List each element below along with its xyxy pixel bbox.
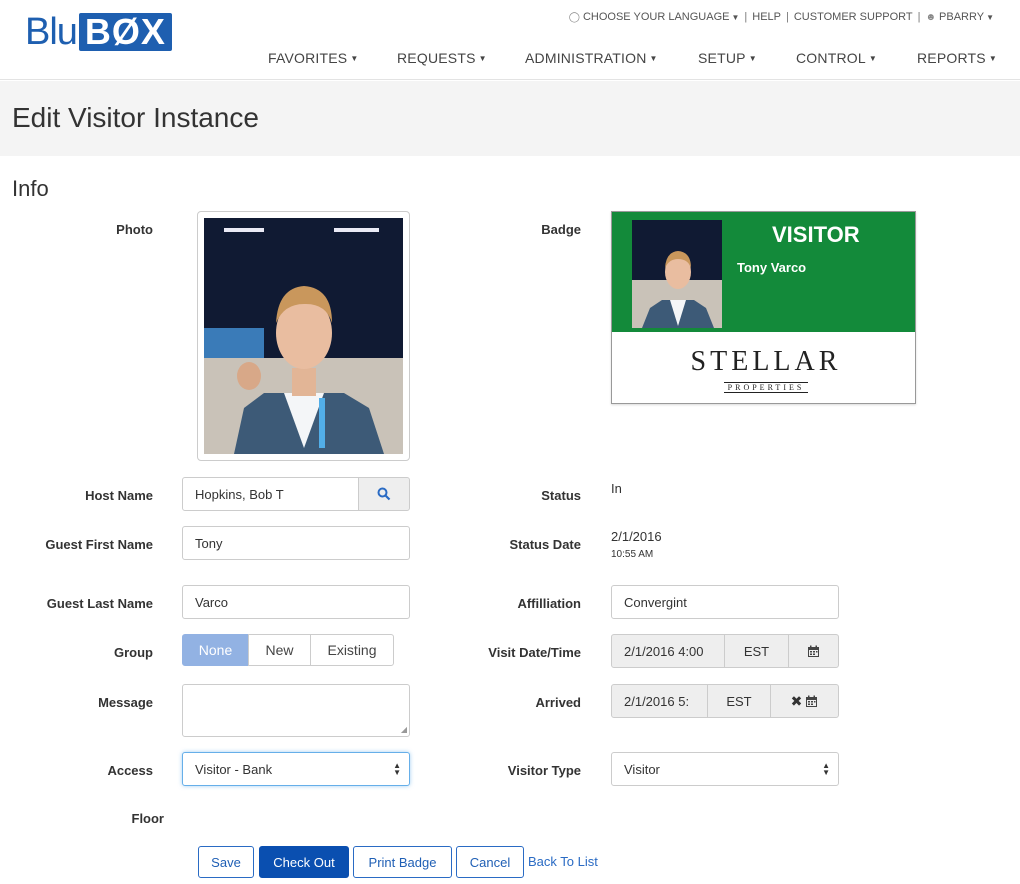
status-value: In [611, 481, 622, 496]
guest-last-name-label: Guest Last Name [46, 596, 153, 611]
visitor-photo[interactable] [197, 211, 410, 461]
language-menu[interactable]: CHOOSE YOUR LANGUAGE [583, 11, 730, 23]
nav-favorites[interactable]: FAVORITES ▼ [268, 50, 397, 66]
affiliation-label: Affilliation [517, 596, 581, 611]
caret-down-icon: ▼ [478, 53, 487, 63]
nav-administration[interactable]: ADMINISTRATION ▼ [525, 50, 698, 66]
cancel-button[interactable]: Cancel [456, 846, 524, 878]
caret-down-icon: ▼ [868, 53, 877, 63]
arrived-label: Arrived [535, 695, 581, 710]
arrived-timezone: EST [707, 684, 771, 718]
brand-logo[interactable]: Blu BØX [25, 12, 172, 52]
group-option-new[interactable]: New [248, 634, 311, 666]
search-icon [377, 487, 391, 501]
badge-visitor-name: Tony Varco [737, 260, 807, 275]
user-icon: ☻ [925, 11, 937, 23]
visitor-type-label: Visitor Type [507, 763, 581, 778]
badge-photo [632, 220, 722, 328]
logo-text-blu: Blu [25, 11, 78, 53]
floor-label: Floor [131, 811, 165, 826]
visitor-photo-image [204, 218, 403, 454]
guest-first-name-label: Guest First Name [45, 537, 153, 552]
host-name-label: Host Name [85, 488, 153, 503]
access-select[interactable]: Visitor - Bank ▲ ▼ [182, 752, 410, 786]
status-date-label: Status Date [509, 537, 581, 552]
main-nav: FAVORITES ▼ REQUESTS ▼ ADMINISTRATION ▼ SET… [268, 50, 997, 66]
calendar-icon [808, 645, 819, 657]
visit-calendar-button[interactable] [788, 634, 839, 668]
photo-label: Photo [116, 222, 153, 237]
customer-support-link[interactable]: CUSTOMER SUPPORT [794, 11, 913, 23]
group-label: Group [114, 645, 153, 660]
caret-down-icon: ▼ [748, 53, 757, 63]
check-out-button[interactable]: Check Out [259, 846, 349, 878]
print-badge-button[interactable]: Print Badge [353, 846, 452, 878]
message-textarea[interactable]: ◢ [182, 684, 410, 737]
nav-requests[interactable]: REQUESTS ▼ [397, 50, 525, 66]
top-header: Blu BØX ◯ CHOOSE YOUR LANGUAGE ▼ | HELP … [0, 0, 1020, 80]
caret-down-icon: ▼ [731, 12, 740, 22]
clear-icon[interactable]: ✖ [791, 693, 803, 710]
caret-down-icon: ▼ [649, 53, 658, 63]
badge-header-band: VISITOR Tony Varco [612, 212, 915, 332]
badge-label: Badge [541, 222, 581, 237]
message-label: Message [98, 695, 153, 710]
status-time-value: 10:55 AM [611, 549, 654, 560]
visit-date-input[interactable]: 2/1/2016 4:00 [611, 634, 725, 668]
resize-handle-icon[interactable]: ◢ [401, 725, 407, 734]
visit-timezone: EST [724, 634, 789, 668]
person-photo-icon [632, 220, 722, 328]
affiliation-input[interactable]: Convergint [611, 585, 839, 619]
caret-down-icon: ▼ [986, 12, 994, 22]
utility-nav: ◯ CHOOSE YOUR LANGUAGE ▼ | HELP | CUSTOM… [568, 11, 994, 23]
select-arrows-icon: ▲ ▼ [393, 761, 401, 777]
group-option-existing[interactable]: Existing [310, 634, 394, 666]
calendar-icon[interactable] [805, 695, 818, 708]
visitor-type-select[interactable]: Visitor ▲ ▼ [611, 752, 839, 786]
nav-reports[interactable]: REPORTS ▼ [917, 50, 997, 66]
status-date-value: 2/1/2016 [611, 529, 662, 544]
caret-down-icon: ▼ [350, 53, 359, 63]
logo-text-box: BØX [78, 13, 172, 51]
nav-setup[interactable]: SETUP ▼ [698, 50, 796, 66]
host-name-input[interactable]: Hopkins, Bob T [182, 477, 359, 511]
host-search-button[interactable] [358, 477, 410, 511]
visit-date-label: Visit Date/Time [488, 645, 581, 660]
caret-down-icon: ▼ [988, 53, 997, 63]
user-menu[interactable]: PBARRY [939, 11, 984, 23]
guest-first-name-input[interactable]: Tony [182, 526, 410, 560]
save-button[interactable]: Save [198, 846, 254, 878]
section-title-info: Info [12, 176, 49, 201]
guest-last-name-input[interactable]: Varco [182, 585, 410, 619]
page-title: Edit Visitor Instance [12, 102, 259, 133]
person-photo-icon [204, 218, 403, 454]
select-arrows-icon: ▲ ▼ [822, 761, 830, 777]
stellar-properties-logo: STELLAR PROPERTIES [690, 346, 842, 393]
group-option-none[interactable]: None [182, 634, 249, 666]
arrived-clear-calendar-button[interactable]: ✖ [770, 684, 839, 718]
arrived-date-input[interactable]: 2/1/2016 5: [611, 684, 708, 718]
globe-icon: ◯ [568, 11, 580, 23]
back-to-list-link[interactable]: Back To List [528, 854, 598, 869]
status-label: Status [541, 488, 581, 503]
visitor-badge-preview: VISITOR Tony Varco STELLAR PROPERTIES [611, 211, 916, 404]
nav-control[interactable]: CONTROL ▼ [796, 50, 917, 66]
access-label: Access [107, 763, 153, 778]
group-toggle: None New Existing [182, 634, 394, 666]
badge-visitor-heading: VISITOR [772, 222, 860, 247]
help-link[interactable]: HELP [752, 11, 781, 23]
